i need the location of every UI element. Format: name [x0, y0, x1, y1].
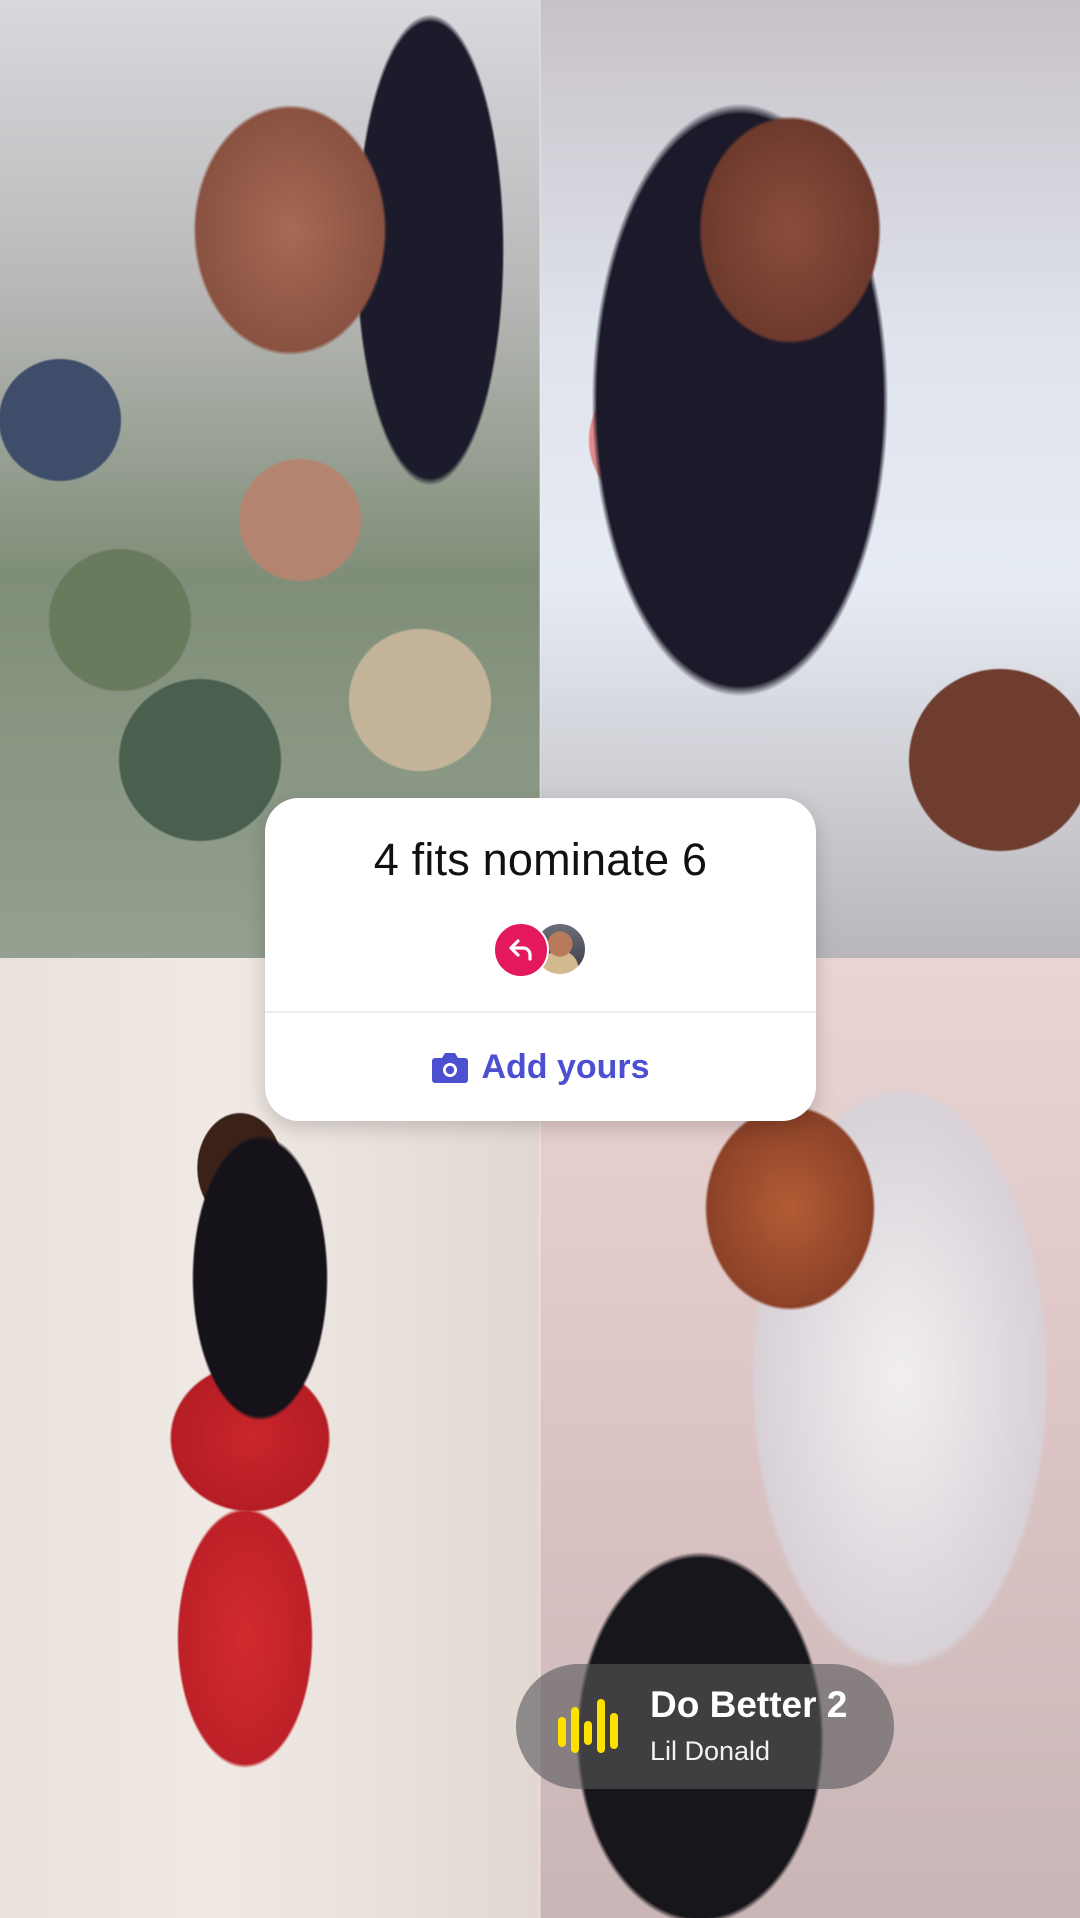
camera-icon: [431, 1050, 469, 1084]
music-sticker[interactable]: Do Better 2 Lil Donald: [516, 1664, 894, 1789]
sticker-prompt: 4 fits nominate 6: [373, 834, 708, 885]
song-artist: Lil Donald: [650, 1736, 771, 1766]
participant-avatars[interactable]: [493, 922, 593, 978]
add-yours-sticker[interactable]: 4 fits nominate 6 Add yours: [265, 798, 816, 1121]
add-yours-button[interactable]: Add yours: [265, 1013, 816, 1121]
music-bars-icon: [556, 1697, 622, 1755]
add-yours-label: Add yours: [481, 1047, 650, 1086]
reply-arrow-icon: [493, 922, 549, 978]
song-title: Do Better 2: [650, 1684, 848, 1725]
